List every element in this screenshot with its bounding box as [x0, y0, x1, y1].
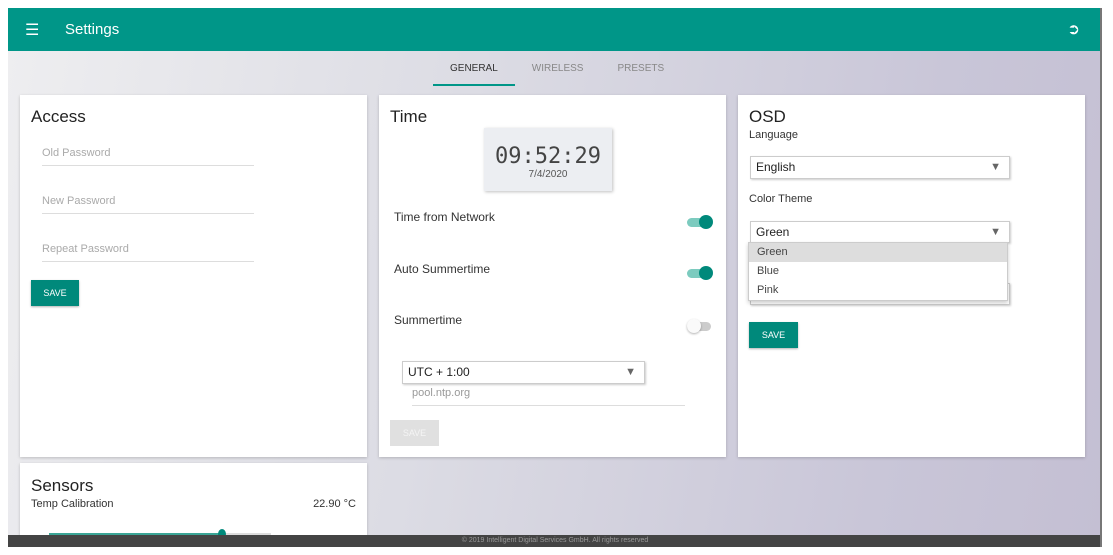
old-password-input[interactable]: Old Password — [42, 147, 254, 166]
logout-icon[interactable]: ➲ — [1067, 20, 1080, 38]
tab-general[interactable]: GENERAL — [433, 64, 515, 86]
tab-wireless[interactable]: WIRELESS — [515, 64, 601, 86]
color-theme-option[interactable]: Green — [749, 243, 1007, 262]
language-select[interactable]: English ▼ — [750, 156, 1010, 179]
app-header: ☰ Settings ➲ — [8, 8, 1100, 51]
time-from-network-toggle[interactable] — [687, 215, 713, 229]
chevron-down-icon: ▼ — [625, 366, 636, 378]
ntp-server-input[interactable]: pool.ntp.org — [412, 387, 685, 406]
time-card: Time 09:52:29 7/4/2020 Time from Network… — [379, 95, 726, 457]
osd-title: OSD — [749, 107, 786, 126]
color-theme-value: Green — [756, 225, 790, 239]
timezone-select[interactable]: UTC + 1:00 ▼ — [402, 361, 645, 384]
timezone-value: UTC + 1:00 — [408, 365, 470, 379]
auto-summertime-toggle[interactable] — [687, 266, 713, 280]
footer: © 2019 Intelligent Digital Services GmbH… — [8, 535, 1100, 547]
app: ☰ Settings ➲ GENERAL WIRELESS PRESETS Ac… — [8, 8, 1102, 547]
clock-time: 09:52:29 — [495, 144, 601, 169]
new-password-input[interactable]: New Password — [42, 195, 254, 214]
repeat-password-input[interactable]: Repeat Password — [42, 243, 254, 262]
time-from-network-label: Time from Network — [394, 210, 495, 224]
access-title: Access — [31, 107, 86, 126]
osd-card: OSD Language English ▼ Color Theme Green ▼… — [738, 95, 1085, 457]
language-value: English — [756, 160, 796, 174]
temp-calibration-value: 22.90 °C — [313, 498, 356, 510]
color-theme-dropdown: Green Blue Pink — [748, 242, 1008, 301]
tab-presets[interactable]: PRESETS — [600, 64, 681, 86]
clock-display: 09:52:29 7/4/2020 — [484, 128, 612, 191]
color-theme-option[interactable]: Blue — [749, 262, 1007, 281]
summertime-toggle[interactable] — [687, 319, 713, 333]
color-theme-label: Color Theme — [749, 193, 813, 205]
color-theme-select[interactable]: Green ▼ — [750, 221, 1010, 243]
osd-save-button[interactable]: SAVE — [749, 322, 798, 348]
menu-icon[interactable]: ☰ — [25, 20, 39, 40]
page-title: Settings — [65, 21, 120, 38]
temp-calibration-label: Temp Calibration — [31, 498, 114, 510]
sensors-title: Sensors — [31, 476, 94, 495]
chevron-down-icon: ▼ — [990, 226, 1001, 238]
access-card: Access Old Password New Password Repeat … — [20, 95, 367, 457]
language-label: Language — [749, 129, 798, 141]
chevron-down-icon: ▼ — [990, 161, 1001, 173]
auto-summertime-label: Auto Summertime — [394, 262, 491, 276]
summertime-label: Summertime — [394, 313, 463, 327]
time-save-button[interactable]: SAVE — [390, 420, 439, 446]
time-title: Time — [390, 107, 428, 126]
tab-bar: GENERAL WIRELESS PRESETS — [433, 64, 681, 86]
access-save-button[interactable]: SAVE — [31, 280, 79, 306]
clock-date: 7/4/2020 — [528, 169, 568, 180]
color-theme-option[interactable]: Pink — [749, 281, 1007, 300]
